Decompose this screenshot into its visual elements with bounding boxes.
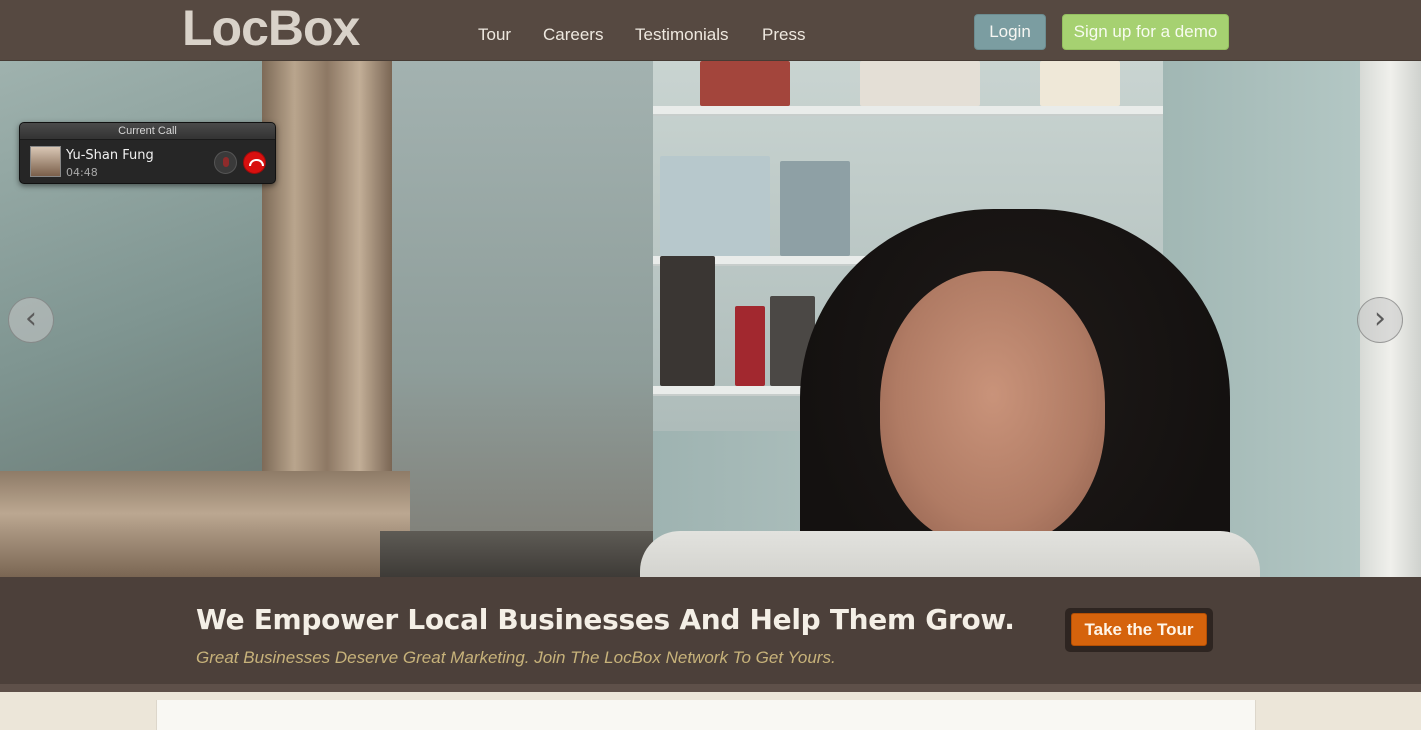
locbox-logo[interactable]: LocBox	[182, 2, 360, 54]
person-face	[880, 271, 1105, 546]
nav-link-tour[interactable]: Tour	[478, 25, 511, 45]
banner-tagline: Great Businesses Deserve Great Marketing…	[196, 648, 836, 667]
call-duration: 04:48	[66, 166, 98, 179]
mirror-frame-bottom	[0, 471, 410, 577]
shelf-product	[780, 161, 850, 256]
hang-up-icon[interactable]	[243, 151, 266, 174]
current-call-widget: Current Call Yu-Shan Fung 04:48	[19, 122, 276, 184]
promo-banner: We Empower Local Businesses And Help The…	[0, 577, 1421, 692]
shelf-board	[653, 106, 1163, 116]
carousel-prev-arrow-icon[interactable]: ‹	[8, 297, 54, 343]
top-navigation-bar: LocBox Tour Careers Testimonials Press L…	[0, 0, 1421, 61]
login-button[interactable]: Login	[974, 14, 1046, 50]
signup-demo-button[interactable]: Sign up for a demo	[1062, 14, 1229, 50]
nav-link-testimonials[interactable]: Testimonials	[635, 25, 729, 45]
shelf-product	[660, 156, 770, 256]
caller-avatar	[30, 146, 61, 177]
person-shirt	[640, 531, 1260, 577]
hero-slideshow: Current Call Yu-Shan Fung 04:48 ‹ ›	[0, 61, 1421, 577]
main-content-card	[156, 700, 1256, 730]
take-the-tour-button[interactable]: Take the Tour	[1071, 613, 1207, 646]
shelf-product	[735, 306, 765, 386]
call-widget-title: Current Call	[20, 123, 275, 140]
tour-button-frame: Take the Tour	[1065, 608, 1213, 652]
nav-link-press[interactable]: Press	[762, 25, 805, 45]
carousel-next-arrow-icon[interactable]: ›	[1357, 297, 1403, 343]
shelf-product	[1040, 61, 1120, 106]
shelf-product	[660, 256, 715, 386]
banner-headline: We Empower Local Businesses And Help The…	[196, 603, 1015, 636]
caller-name: Yu-Shan Fung	[66, 148, 154, 163]
shelf-product	[700, 61, 790, 106]
microphone-mute-icon[interactable]	[214, 151, 237, 174]
table-surface	[380, 531, 653, 577]
nav-link-careers[interactable]: Careers	[543, 25, 603, 45]
shelf-product	[860, 61, 980, 106]
